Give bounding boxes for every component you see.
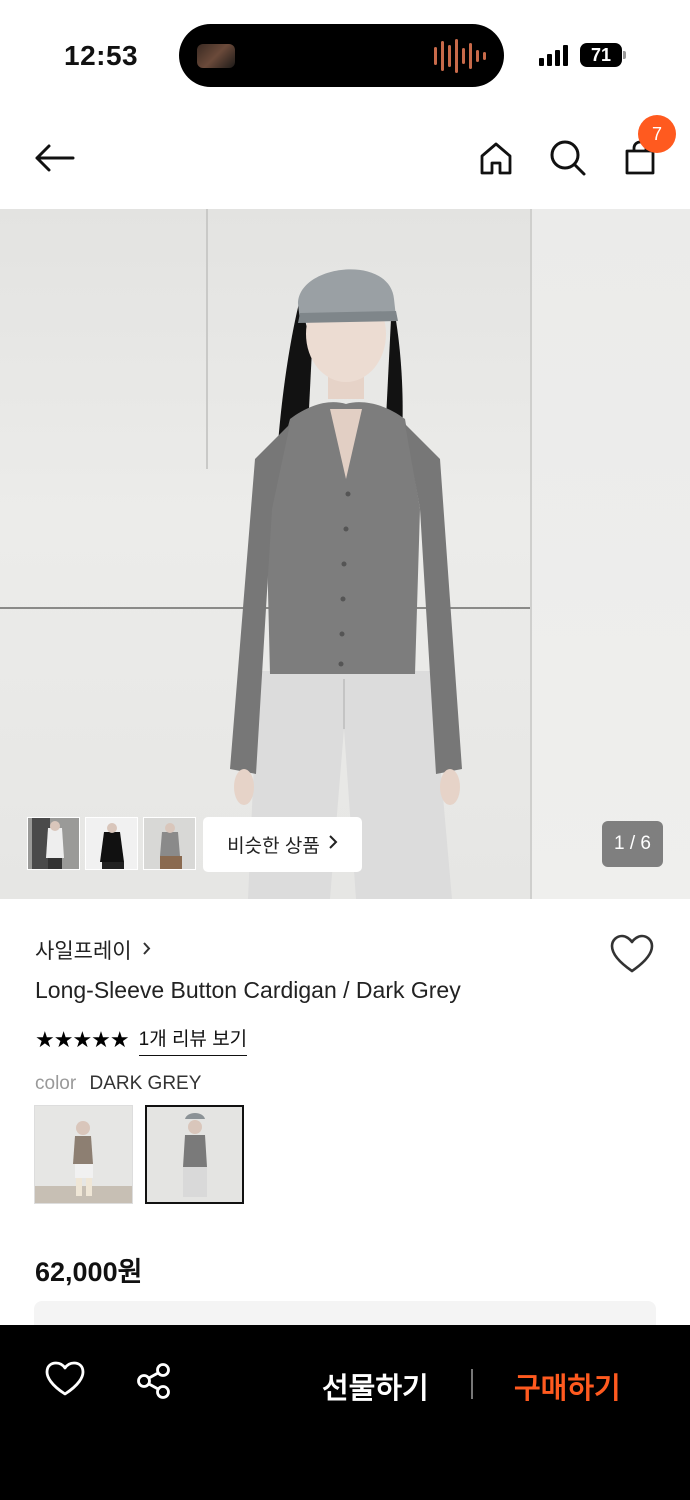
review-link[interactable]: 1개 리뷰 보기 (138, 1024, 248, 1056)
chevron-right-icon (142, 938, 151, 962)
model-figure (230, 269, 462, 899)
color-value: DARK GREY (89, 1073, 202, 1094)
rating-row: ★★★★★ 1개 리뷰 보기 (35, 1024, 248, 1056)
color-swatch-dark-grey[interactable] (145, 1105, 244, 1204)
thumbnail-2[interactable] (85, 817, 138, 870)
bottom-action-bar: 선물하기 구매하기 (0, 1325, 690, 1500)
product-title: Long-Sleeve Button Cardigan / Dark Grey (35, 977, 461, 1003)
status-bar: 12:53 71 (0, 0, 690, 110)
cellular-signal-icon (539, 44, 568, 66)
heart-icon[interactable] (45, 1361, 85, 1401)
dynamic-island (179, 24, 504, 87)
now-playing-artwork (197, 44, 235, 68)
color-label: color (35, 1073, 77, 1094)
share-icon[interactable] (134, 1361, 174, 1401)
color-selection-label: color DARK GREY (35, 1073, 201, 1095)
color-swatches (34, 1105, 244, 1204)
search-icon[interactable] (546, 136, 590, 180)
product-price: 62,000원 (35, 1257, 143, 1287)
button-divider (471, 1369, 473, 1399)
star-rating-icon: ★★★★★ (35, 1027, 130, 1052)
thumbnail-3[interactable] (143, 817, 196, 870)
buy-button[interactable]: 구매하기 (514, 1365, 621, 1407)
brand-name: 사일프레이 (35, 940, 132, 963)
app-header (0, 110, 690, 209)
cart-count-badge: 7 (638, 115, 676, 153)
status-time: 12:53 (64, 40, 139, 71)
image-page-indicator: 1 / 6 (602, 821, 663, 867)
similar-products-label: 비슷한 상품 (227, 836, 320, 857)
image-thumbnail-strip (27, 817, 196, 870)
color-swatch-option[interactable] (34, 1105, 133, 1204)
product-image-carousel[interactable]: 비슷한 상품 1 / 6 (0, 209, 690, 899)
battery-icon: 71 (580, 43, 622, 67)
brand-link[interactable]: 사일프레이 (35, 935, 151, 965)
gift-button[interactable]: 선물하기 (322, 1365, 429, 1407)
thumbnail-1[interactable] (27, 817, 80, 870)
home-icon[interactable] (474, 136, 518, 180)
audio-waveform-icon (434, 38, 486, 74)
chevron-right-icon (328, 834, 338, 856)
battery-tip (623, 51, 626, 59)
back-arrow-icon[interactable] (32, 136, 76, 180)
similar-products-button[interactable]: 비슷한 상품 (203, 817, 362, 872)
wishlist-heart-icon[interactable] (610, 934, 654, 974)
